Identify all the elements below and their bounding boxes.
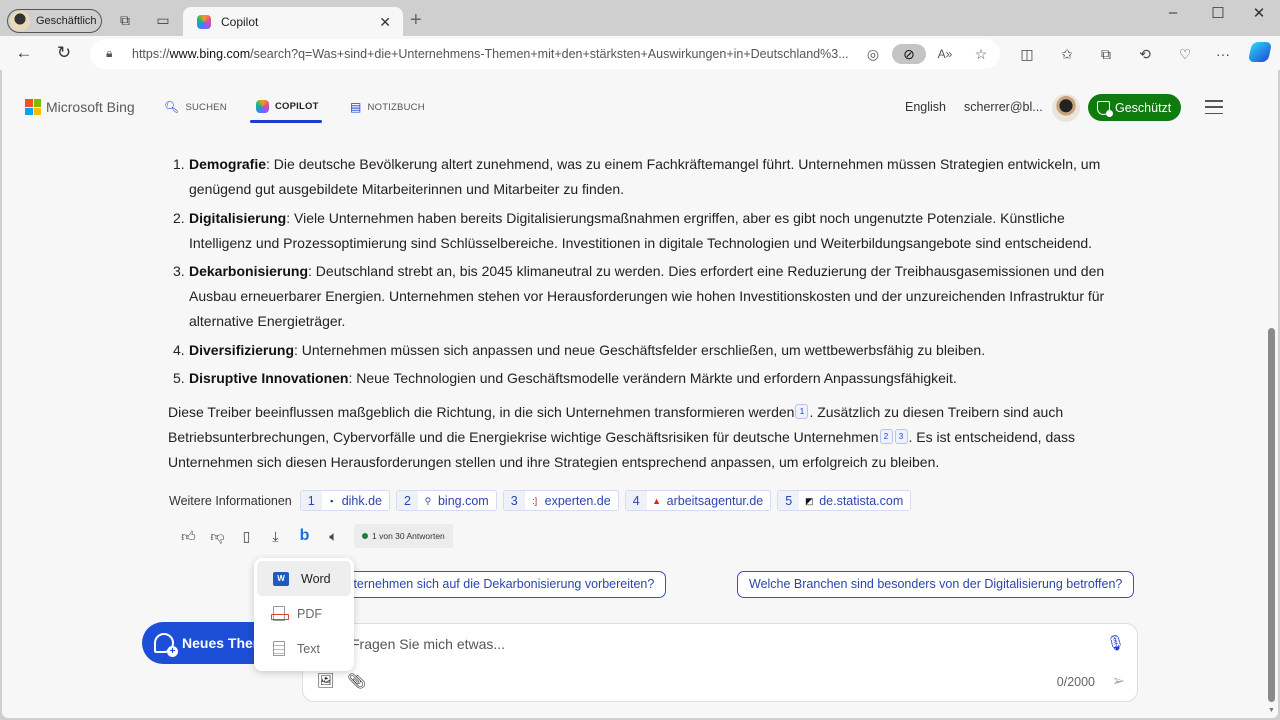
citation-2[interactable]: 2 xyxy=(879,429,893,444)
list-item: 5. Disruptive Innovationen: Neue Technolo… xyxy=(173,370,957,386)
search-icon: 🔍︎ xyxy=(164,100,180,114)
source-link-bing[interactable]: 2 ⚲ bing.com xyxy=(396,490,497,511)
navigation-bar: ← ↻ 🔒︎ https://www.bing.com/search?q=Was… xyxy=(0,36,1280,70)
copilot-favicon-icon xyxy=(197,15,211,29)
source-link-experten[interactable]: 3:] experten.de xyxy=(502,490,619,511)
chat-input[interactable]: Fragen Sie mich etwas... xyxy=(351,636,505,652)
export-text-option[interactable]: Text xyxy=(257,631,351,666)
status-dot-icon xyxy=(362,533,368,539)
statista-favicon-icon: ◩ xyxy=(804,495,814,506)
workspaces-icon[interactable]: ⧉ xyxy=(117,12,133,28)
tracking-prevention-icon[interactable]: ⊘ xyxy=(892,44,926,64)
attach-file-icon[interactable]: 📎︎ xyxy=(347,672,366,690)
more-information: Weitere Informationen 1 ▪ dihk.de 2 ⚲ bing.c… xyxy=(169,490,912,511)
more-options-icon[interactable]: ··· xyxy=(1213,44,1233,64)
export-pdf-option[interactable]: PDF xyxy=(257,596,351,631)
list-item: 3. Dekarbonisierung: Deutschland strebt a… xyxy=(173,263,1105,329)
list-item: 4. Diversifizierung: Unternehmen müssen s… xyxy=(173,341,986,358)
brand-name[interactable]: Microsoft Bing xyxy=(46,99,135,115)
title-bar: Geschäftlich ⧉ ▭ Copilot ✕ + – ☐ ✕ xyxy=(0,0,1280,37)
scrollbar-thumb[interactable] xyxy=(1268,328,1275,702)
new-chat-icon xyxy=(154,633,178,657)
refresh-button[interactable]: ↻ xyxy=(53,42,75,64)
account-name[interactable]: scherrer@bl... xyxy=(964,100,1043,114)
protected-badge[interactable]: Geschützt xyxy=(1088,94,1181,121)
text-file-icon xyxy=(273,641,285,656)
response-counter: 1 von 30 Antworten xyxy=(354,524,453,548)
speaker-icon[interactable]: 🔈︎ xyxy=(319,524,348,548)
citation-3[interactable]: 3 xyxy=(894,429,908,444)
word-icon: W xyxy=(273,571,289,586)
nav-tab-notizbuch[interactable]: ▤ NOTIZBUCH xyxy=(350,100,425,114)
more-info-label: Weitere Informationen xyxy=(169,493,292,508)
profile-label: Geschäftlich xyxy=(36,15,97,27)
source-link-statista[interactable]: 5 ◩ de.statista.com xyxy=(777,490,912,511)
bing-search-favicon-icon: ⚲ xyxy=(424,495,432,506)
thumbs-up-icon[interactable]: 👍︎ xyxy=(174,524,203,548)
experten-favicon-icon: :] xyxy=(532,495,538,506)
list-item: 1. Demografie: Die deutsche Bevölkerung a… xyxy=(173,156,1101,197)
add-image-icon[interactable]: 🖼︎ xyxy=(317,672,335,689)
site-header: Microsoft Bing 🔍︎ SUCHEN COPILOT ▤ NOTIZ… xyxy=(2,70,1278,136)
character-count: 0/2000 xyxy=(1056,675,1095,689)
list-item: 2. Digitalisierung: Viele Unternehmen hab… xyxy=(173,209,1093,251)
arbeitsagentur-favicon-icon: ▲ xyxy=(652,495,662,506)
notebook-icon: ▤ xyxy=(350,100,362,114)
nav-tab-copilot[interactable]: COPILOT xyxy=(256,100,319,113)
address-bar[interactable]: 🔒︎ https://www.bing.com/search?q=Was+sin… xyxy=(90,39,1000,69)
location-icon[interactable]: ◎ xyxy=(862,44,884,64)
source-link-arbeitsagentur[interactable]: 4 ▲ arbeitsagentur.de xyxy=(624,490,772,511)
nav-tab-suchen[interactable]: 🔍︎ SUCHEN xyxy=(164,100,227,114)
copilot-icon xyxy=(256,100,269,113)
copy-icon[interactable]: ▯ xyxy=(232,524,261,548)
microphone-icon[interactable]: 🎙︎ xyxy=(1106,634,1125,652)
close-tab-icon[interactable]: ✕ xyxy=(379,14,391,31)
response-actions: 👍︎ 👎︎ ▯ ⤓ b 🔈︎ 1 von 30 Antworten xyxy=(174,524,453,548)
split-screen-icon[interactable]: ◫ xyxy=(1017,44,1037,64)
page-scrollbar[interactable]: ▼ xyxy=(1266,136,1278,718)
download-icon[interactable]: ⤓ xyxy=(261,524,290,548)
source-link-dihk[interactable]: 1 ▪ dihk.de xyxy=(299,490,391,511)
summary-paragraph: Diese Treiber beeinflussen maßgeblich di… xyxy=(168,404,1076,470)
send-icon[interactable]: ➢ xyxy=(1112,671,1125,691)
hamburger-menu-icon[interactable] xyxy=(1205,100,1223,114)
lock-icon[interactable]: 🔒︎ xyxy=(106,46,112,61)
browser-tab-copilot[interactable]: Copilot ✕ xyxy=(183,7,403,37)
maximize-button[interactable]: ☐ xyxy=(1203,4,1233,22)
back-button[interactable]: ← xyxy=(13,42,35,64)
favorites-icon[interactable]: ✩ xyxy=(1057,44,1077,64)
browser-essentials-icon[interactable]: ♡ xyxy=(1175,44,1195,64)
drivers-list: 1. Demografie: Die deutsche Bevölkerung a… xyxy=(173,152,1123,395)
citation-1[interactable]: 1 xyxy=(795,404,809,419)
url-text[interactable]: https://www.bing.com/search?q=Was+sind+d… xyxy=(132,47,849,61)
new-tab-button[interactable]: + xyxy=(410,9,422,32)
dihk-favicon-icon: ▪ xyxy=(330,495,334,506)
microsoft-logo-icon[interactable] xyxy=(25,99,41,115)
tab-actions-icon[interactable]: ▭ xyxy=(155,12,171,28)
minimize-button[interactable]: – xyxy=(1158,4,1188,21)
history-icon[interactable]: ⟲ xyxy=(1135,44,1155,64)
thumbs-down-icon[interactable]: 👎︎ xyxy=(203,524,232,548)
close-window-button[interactable]: ✕ xyxy=(1244,4,1274,22)
collections-icon[interactable]: ⧉ xyxy=(1096,44,1116,64)
export-word-option[interactable]: W Word xyxy=(257,561,351,596)
user-avatar[interactable] xyxy=(1052,94,1080,122)
export-dropdown-menu: W Word PDF Text xyxy=(254,558,354,671)
read-aloud-icon[interactable]: A» xyxy=(934,44,956,64)
scroll-down-arrow-icon[interactable]: ▼ xyxy=(1268,707,1275,714)
shield-check-icon xyxy=(1097,100,1113,117)
favorite-star-icon[interactable]: ☆ xyxy=(970,44,992,64)
bing-logo-icon[interactable]: b xyxy=(290,524,319,548)
active-tab-indicator xyxy=(250,120,322,123)
language-link[interactable]: English xyxy=(905,100,946,114)
chat-composer: Fragen Sie mich etwas... 🎙︎ 🖼︎ 📎︎ 0/2000… xyxy=(302,623,1138,702)
suggestion-chip-digitalisierung[interactable]: Welche Branchen sind besonders von der D… xyxy=(737,571,1135,598)
profile-avatar xyxy=(10,11,30,31)
bing-copilot-page: Microsoft Bing 🔍︎ SUCHEN COPILOT ▤ NOTIZ… xyxy=(2,70,1278,718)
pdf-icon xyxy=(271,606,289,621)
tab-title: Copilot xyxy=(221,15,259,29)
profile-button[interactable]: Geschäftlich xyxy=(7,9,102,33)
